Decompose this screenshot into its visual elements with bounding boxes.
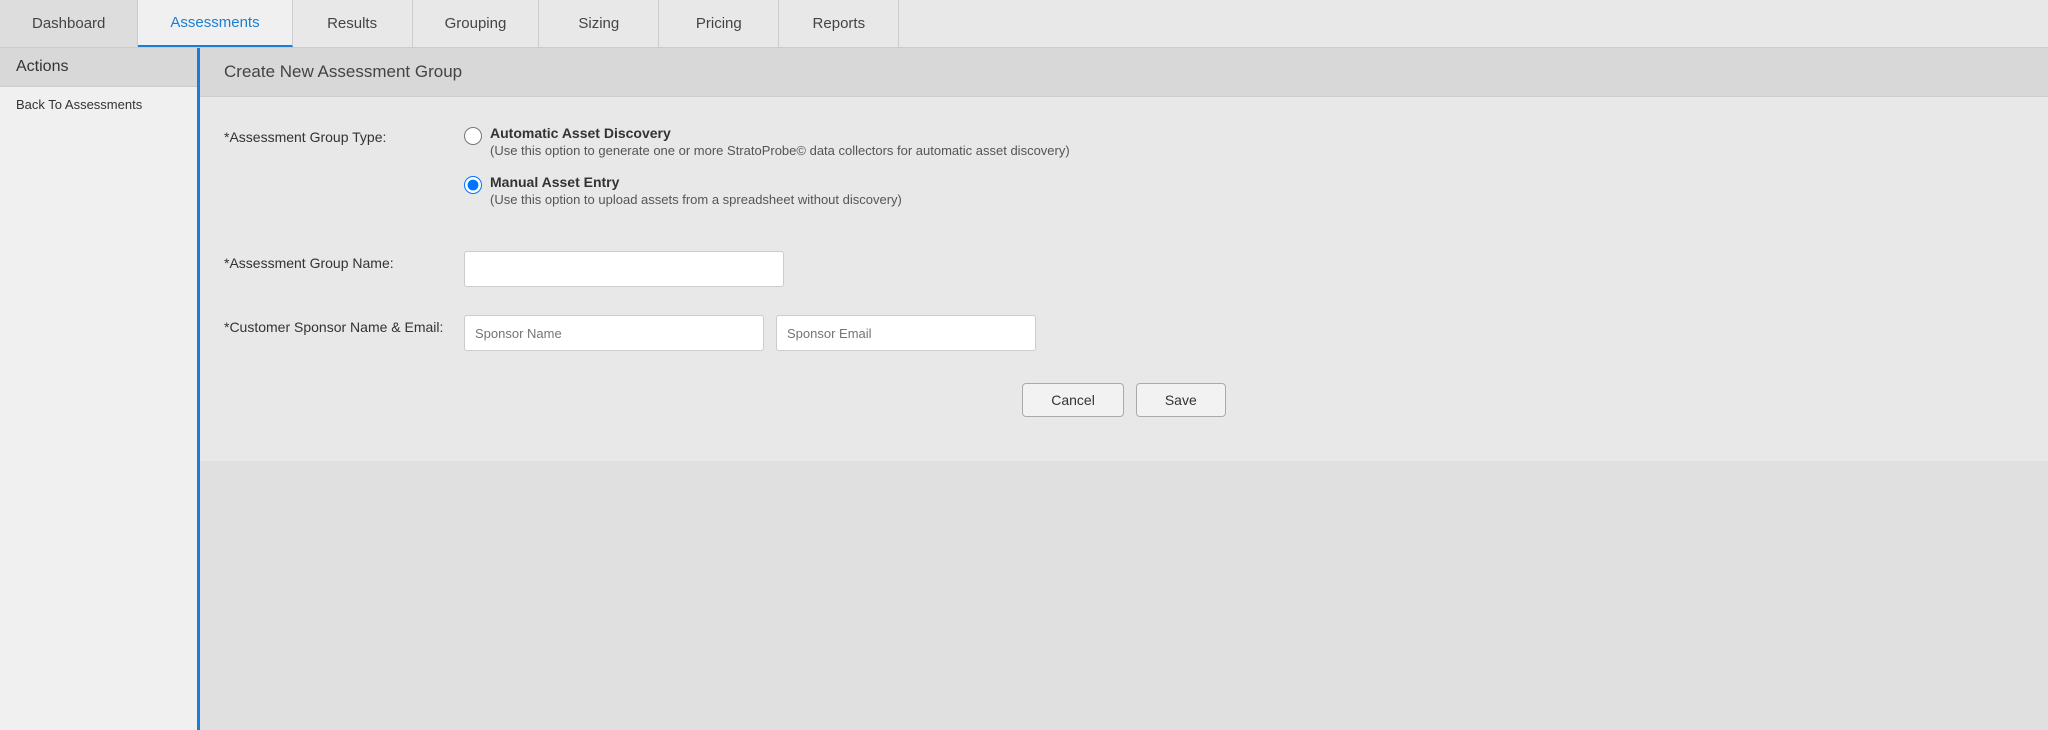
tab-dashboard[interactable]: Dashboard (0, 0, 138, 47)
group-name-input[interactable] (464, 251, 784, 287)
group-name-label: *Assessment Group Name: (224, 251, 464, 271)
tab-sizing[interactable]: Sizing (539, 0, 659, 47)
group-type-controls: Automatic Asset Discovery (Use this opti… (464, 125, 2024, 223)
sponsor-controls (464, 315, 2024, 351)
group-name-controls (464, 251, 2024, 287)
radio-manual-desc: (Use this option to upload assets from a… (490, 192, 902, 207)
sponsor-inputs-row (464, 315, 2024, 351)
tab-results[interactable]: Results (293, 0, 413, 47)
tab-assessments[interactable]: Assessments (138, 0, 292, 47)
form-panel-header: Create New Assessment Group (200, 48, 2048, 97)
field-group-name: *Assessment Group Name: (224, 251, 2024, 287)
form-body: *Assessment Group Type: Automatic Asset … (200, 97, 2048, 461)
radio-manual-label-group: Manual Asset Entry (Use this option to u… (490, 174, 902, 207)
sponsor-label: *Customer Sponsor Name & Email: (224, 315, 464, 335)
radio-auto-title: Automatic Asset Discovery (490, 125, 1070, 141)
field-group-type: *Assessment Group Type: Automatic Asset … (224, 125, 2024, 223)
save-button[interactable]: Save (1136, 383, 1226, 417)
form-buttons: Cancel Save (224, 383, 2024, 437)
radio-manual-input[interactable] (464, 176, 482, 194)
cancel-button[interactable]: Cancel (1022, 383, 1124, 417)
sponsor-name-input[interactable] (464, 315, 764, 351)
main-layout: Actions Back To Assessments Create New A… (0, 48, 2048, 730)
top-navigation: Dashboard Assessments Results Grouping S… (0, 0, 2048, 48)
radio-auto-label-group: Automatic Asset Discovery (Use this opti… (490, 125, 1070, 158)
field-sponsor: *Customer Sponsor Name & Email: (224, 315, 2024, 351)
tab-pricing[interactable]: Pricing (659, 0, 779, 47)
radio-auto-input[interactable] (464, 127, 482, 145)
content-area: Create New Assessment Group *Assessment … (200, 48, 2048, 730)
sponsor-email-input[interactable] (776, 315, 1036, 351)
radio-option-auto: Automatic Asset Discovery (Use this opti… (464, 125, 2024, 158)
group-type-label: *Assessment Group Type: (224, 125, 464, 145)
radio-option-manual: Manual Asset Entry (Use this option to u… (464, 174, 2024, 207)
radio-manual-title: Manual Asset Entry (490, 174, 902, 190)
form-panel: Create New Assessment Group *Assessment … (200, 48, 2048, 461)
sidebar: Actions Back To Assessments (0, 48, 200, 730)
radio-auto-desc: (Use this option to generate one or more… (490, 143, 1070, 158)
sidebar-item-back-to-assessments[interactable]: Back To Assessments (0, 87, 197, 122)
tab-grouping[interactable]: Grouping (413, 0, 540, 47)
tab-reports[interactable]: Reports (779, 0, 899, 47)
sidebar-header: Actions (0, 48, 197, 87)
